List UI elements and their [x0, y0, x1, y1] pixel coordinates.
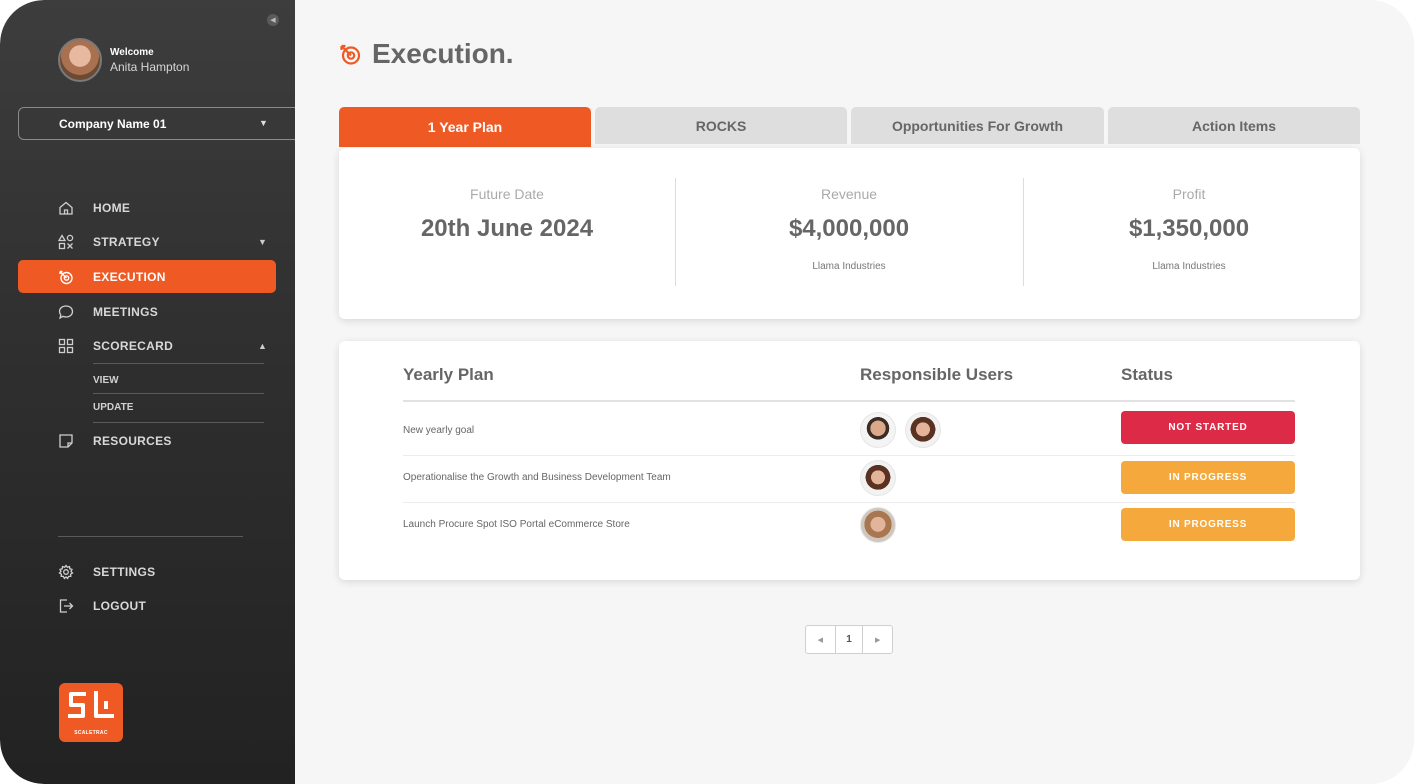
caret-down-icon: ▼	[258, 236, 267, 247]
user-avatar[interactable]	[860, 412, 896, 448]
kpi-label: Profit	[1172, 186, 1206, 202]
logout-icon	[59, 598, 74, 613]
collapse-sidebar-icon[interactable]: ◀	[267, 14, 279, 26]
nav-home[interactable]: HOME	[18, 191, 276, 224]
column-header-responsible-users: Responsible Users	[860, 365, 1014, 384]
user-avatar[interactable]	[860, 460, 896, 496]
caret-down-icon: ▼	[259, 118, 268, 128]
nav-logout[interactable]: LOGOUT	[18, 589, 276, 622]
nav-scorecard-label: SCORECARD	[93, 338, 174, 353]
company-select-value: Company Name 01	[59, 116, 167, 131]
page-title: Execution.	[372, 38, 514, 69]
nav-meetings-label: MEETINGS	[93, 304, 159, 319]
kpi-company: Llama Industries	[1152, 261, 1226, 272]
page-header: Execution.	[338, 38, 514, 70]
nav-strategy[interactable]: STRATEGY ▼	[18, 225, 276, 258]
nav-strategy-label: STRATEGY	[93, 234, 160, 249]
nav-scorecard-update[interactable]: UPDATE	[93, 394, 264, 420]
tab-rocks[interactable]: ROCKS	[595, 107, 847, 144]
note-icon	[59, 433, 73, 448]
status-badge[interactable]: IN PROGRESS	[1121, 461, 1295, 494]
status-badge[interactable]: IN PROGRESS	[1121, 508, 1295, 541]
app-frame: ◀ Welcome Anita Hampton Company Name 01 …	[0, 0, 1414, 784]
plan-cell[interactable]: New yearly goal	[403, 425, 474, 436]
tab-1-year-plan[interactable]: 1 Year Plan	[339, 107, 591, 147]
kpi-value: 20th June 2024	[420, 215, 594, 242]
home-icon	[59, 201, 73, 215]
caret-up-icon: ▲	[258, 340, 267, 351]
target-icon	[59, 270, 73, 284]
nav-scorecard-view[interactable]: VIEW	[93, 367, 264, 393]
company-select[interactable]: Company Name 01 ▼	[18, 107, 295, 140]
next-page-icon[interactable]: ▶	[863, 626, 892, 653]
kpi-profit: Profit $1,350,000 Llama Industries	[1023, 148, 1355, 318]
row-divider	[403, 502, 1295, 503]
sidebar: ◀ Welcome Anita Hampton Company Name 01 …	[0, 0, 295, 784]
nav-execution-label: EXECUTION	[93, 269, 166, 284]
column-header-status: Status	[1121, 365, 1173, 384]
kpi-future-date: Future Date 20th June 2024	[339, 148, 675, 318]
gear-icon	[58, 563, 74, 579]
kpi-label: Future Date	[470, 186, 544, 202]
status-badge[interactable]: NOT STARTED	[1121, 411, 1295, 444]
divider	[58, 536, 243, 537]
nav-resources[interactable]: RESOURCES	[18, 424, 276, 457]
nav-settings[interactable]: SETTINGS	[18, 555, 276, 588]
kpi-card: Future Date 20th June 2024 Revenue $4,00…	[339, 148, 1360, 319]
kpi-company: Llama Industries	[812, 261, 886, 272]
user-avatar[interactable]	[905, 412, 941, 448]
scaletrac-logo-mark	[68, 691, 114, 718]
header-divider	[403, 400, 1295, 402]
grid-icon	[58, 338, 74, 353]
row-divider	[403, 455, 1295, 456]
kpi-value: $4,000,000	[788, 215, 910, 242]
nav-settings-label: SETTINGS	[93, 564, 156, 579]
user-avatar[interactable]	[860, 507, 896, 543]
nav-home-label: HOME	[93, 200, 131, 215]
nav-resources-label: RESOURCES	[93, 433, 172, 448]
logo: SCALETRAC	[59, 683, 123, 742]
logo-text: SCALETRAC	[74, 730, 108, 736]
plan-cell[interactable]: Launch Procure Spot ISO Portal eCommerce…	[403, 519, 630, 530]
avatar	[58, 38, 102, 82]
pagination: ◀ 1 ▶	[805, 625, 893, 654]
divider	[93, 363, 264, 364]
column-header-yearly-plan: Yearly Plan	[403, 365, 494, 384]
nav-logout-label: LOGOUT	[93, 598, 147, 613]
tab-opportunities-for-growth[interactable]: Opportunities For Growth	[851, 107, 1104, 144]
page-number[interactable]: 1	[834, 626, 864, 653]
kpi-label: Revenue	[820, 186, 878, 202]
tab-action-items[interactable]: Action Items	[1108, 107, 1360, 144]
kpi-value: $1,350,000	[1128, 215, 1250, 242]
nav-execution[interactable]: EXECUTION	[18, 260, 276, 293]
kpi-revenue: Revenue $4,000,000 Llama Industries	[675, 148, 1023, 318]
plan-cell[interactable]: Operationalise the Growth and Business D…	[403, 472, 671, 483]
chat-bubble-icon	[58, 304, 74, 319]
previous-page-icon[interactable]: ◀	[806, 626, 835, 653]
divider	[93, 422, 264, 423]
target-icon	[340, 44, 361, 65]
user-profile: Welcome Anita Hampton	[58, 38, 189, 82]
shapes-icon	[58, 233, 74, 249]
user-name: Anita Hampton	[110, 59, 190, 74]
nav-meetings[interactable]: MEETINGS	[18, 295, 276, 328]
nav-scorecard[interactable]: SCORECARD ▲	[18, 329, 276, 362]
welcome-label: Welcome	[110, 46, 154, 58]
yearly-plan-table: Yearly Plan Responsible Users Status New…	[339, 341, 1360, 580]
